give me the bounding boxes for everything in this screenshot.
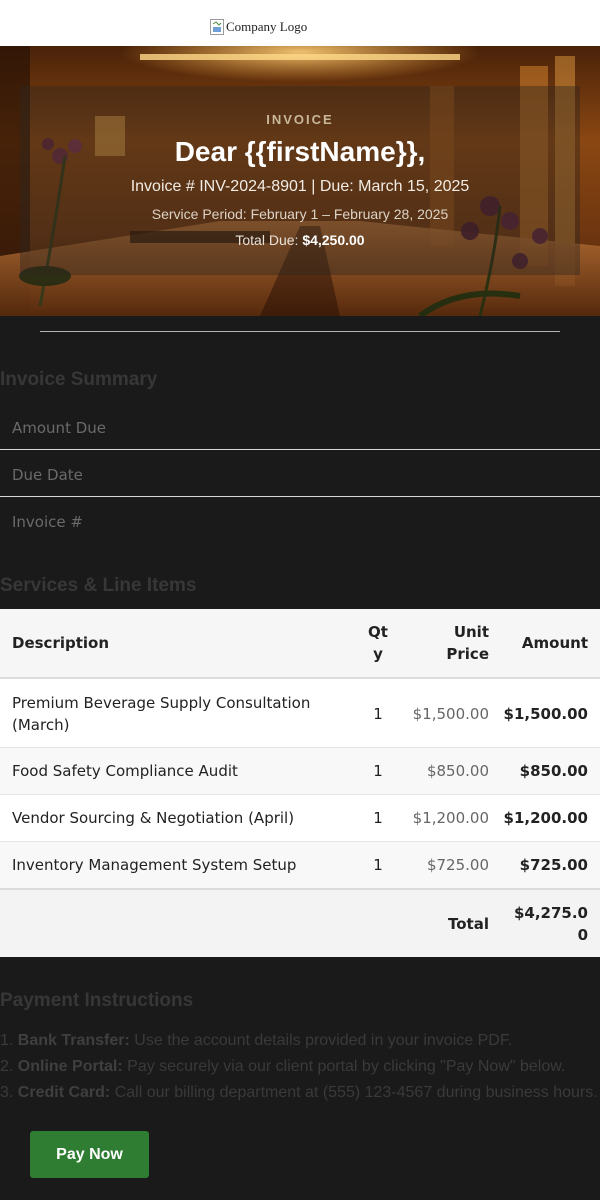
item-qty: 1 — [373, 762, 383, 780]
summary-row-due-date: Due Date — [0, 450, 600, 497]
hero-total-value: $4,250.00 — [302, 232, 365, 248]
table-row: Premium Beverage Supply Consultation (Ma… — [0, 679, 600, 748]
item-unit-price: $1,500.00 — [412, 705, 489, 723]
total-amount: $4,275.0 0 — [500, 902, 588, 946]
total-label: Total — [448, 915, 489, 933]
hero-total-label: Total Due: — [235, 232, 299, 248]
table-header-row: Description Qt y Unit Price Amount — [0, 609, 600, 679]
summary-label: Amount Due — [12, 419, 106, 437]
header-qty-line2: y — [373, 645, 383, 663]
item-description: Food Safety Compliance Audit — [12, 762, 238, 780]
item-description: Inventory Management System Setup — [12, 856, 297, 874]
line-items-table: Description Qt y Unit Price Amount Premi… — [0, 609, 600, 957]
list-number: 3. — [0, 1084, 14, 1101]
hero-eyebrow: INVOICE — [266, 112, 334, 127]
header-description: Description — [12, 634, 110, 652]
item-qty: 1 — [373, 705, 383, 723]
company-logo-alt-text: Company Logo — [226, 19, 308, 34]
payment-instructions-title: Payment Instructions — [0, 990, 194, 1011]
payment-method-text: Use the account details provided in your… — [134, 1032, 513, 1049]
item-amount: $1,500.00 — [503, 705, 588, 723]
header-qty: Qt y — [360, 621, 396, 665]
payment-method-credit-card: 3. Credit Card: Call our billing departm… — [0, 1082, 600, 1108]
payment-method-label: Credit Card: — [17, 1084, 111, 1101]
header-amount: Amount — [521, 634, 588, 652]
pay-now-button[interactable]: Pay Now — [30, 1131, 149, 1178]
payment-method-label: Online Portal: — [17, 1058, 123, 1075]
item-amount: $850.00 — [519, 762, 588, 780]
payment-method-text: Pay securely via our client portal by cl… — [127, 1058, 566, 1075]
invoice-summary-title: Invoice Summary — [0, 369, 158, 390]
item-unit-price: $1,200.00 — [412, 809, 489, 827]
services-title: Services & Line Items — [0, 575, 197, 596]
item-qty: 1 — [373, 809, 383, 827]
payment-instructions-list: 1. Bank Transfer: Use the account detail… — [0, 1030, 600, 1108]
item-description: Premium Beverage Supply Consultation (Ma… — [12, 692, 312, 736]
list-number: 1. — [0, 1032, 14, 1049]
hero-invoice-line: Invoice # INV-2024-8901 | Due: March 15,… — [130, 178, 470, 195]
item-description-line1: Premium Beverage Supply Consultation — [12, 694, 311, 712]
item-description: Vendor Sourcing & Negotiation (April) — [12, 809, 295, 827]
table-row: Vendor Sourcing & Negotiation (April) 1 … — [0, 795, 600, 842]
payment-method-text: Call our billing department at (555) 123… — [114, 1084, 598, 1101]
header-qty-line1: Qt — [368, 623, 388, 641]
header-unit-line2: Price — [446, 645, 489, 663]
list-number: 2. — [0, 1058, 14, 1075]
header-unit-line1: Unit — [453, 623, 489, 641]
table-total-row: Total $4,275.0 0 — [0, 888, 600, 957]
item-unit-price: $850.00 — [426, 762, 489, 780]
item-unit-price: $725.00 — [426, 856, 489, 874]
payment-method-label: Bank Transfer: — [17, 1032, 130, 1049]
summary-label: Invoice # — [12, 513, 83, 531]
hero-service-period: Service Period: February 1 – February 28… — [151, 206, 449, 222]
item-amount: $1,200.00 — [503, 809, 588, 827]
summary-label: Due Date — [12, 466, 83, 484]
broken-image-icon — [210, 19, 224, 35]
logo-bar: Company Logo — [0, 0, 600, 46]
item-description-line2: (March) — [12, 716, 70, 734]
table-row: Inventory Management System Setup 1 $725… — [0, 842, 600, 888]
payment-method-bank-transfer: 1. Bank Transfer: Use the account detail… — [0, 1030, 600, 1056]
item-qty: 1 — [373, 856, 383, 874]
summary-row-invoice-number: Invoice # — [0, 497, 600, 544]
company-logo[interactable]: Company Logo — [210, 19, 307, 35]
table-row: Food Safety Compliance Audit 1 $850.00 $… — [0, 748, 600, 795]
hero-total-due: Total Due: $4,250.00 — [0, 232, 600, 248]
total-amount-line2: 0 — [577, 926, 588, 944]
divider — [40, 331, 560, 332]
header-unit-price: Unit Price — [400, 621, 489, 665]
hero-greeting: Dear {{firstName}}, — [174, 136, 426, 167]
summary-row-amount-due: Amount Due — [0, 403, 600, 450]
total-amount-line1: $4,275.0 — [513, 904, 588, 922]
item-amount: $725.00 — [519, 856, 588, 874]
payment-method-online-portal: 2. Online Portal: Pay securely via our c… — [0, 1056, 600, 1082]
